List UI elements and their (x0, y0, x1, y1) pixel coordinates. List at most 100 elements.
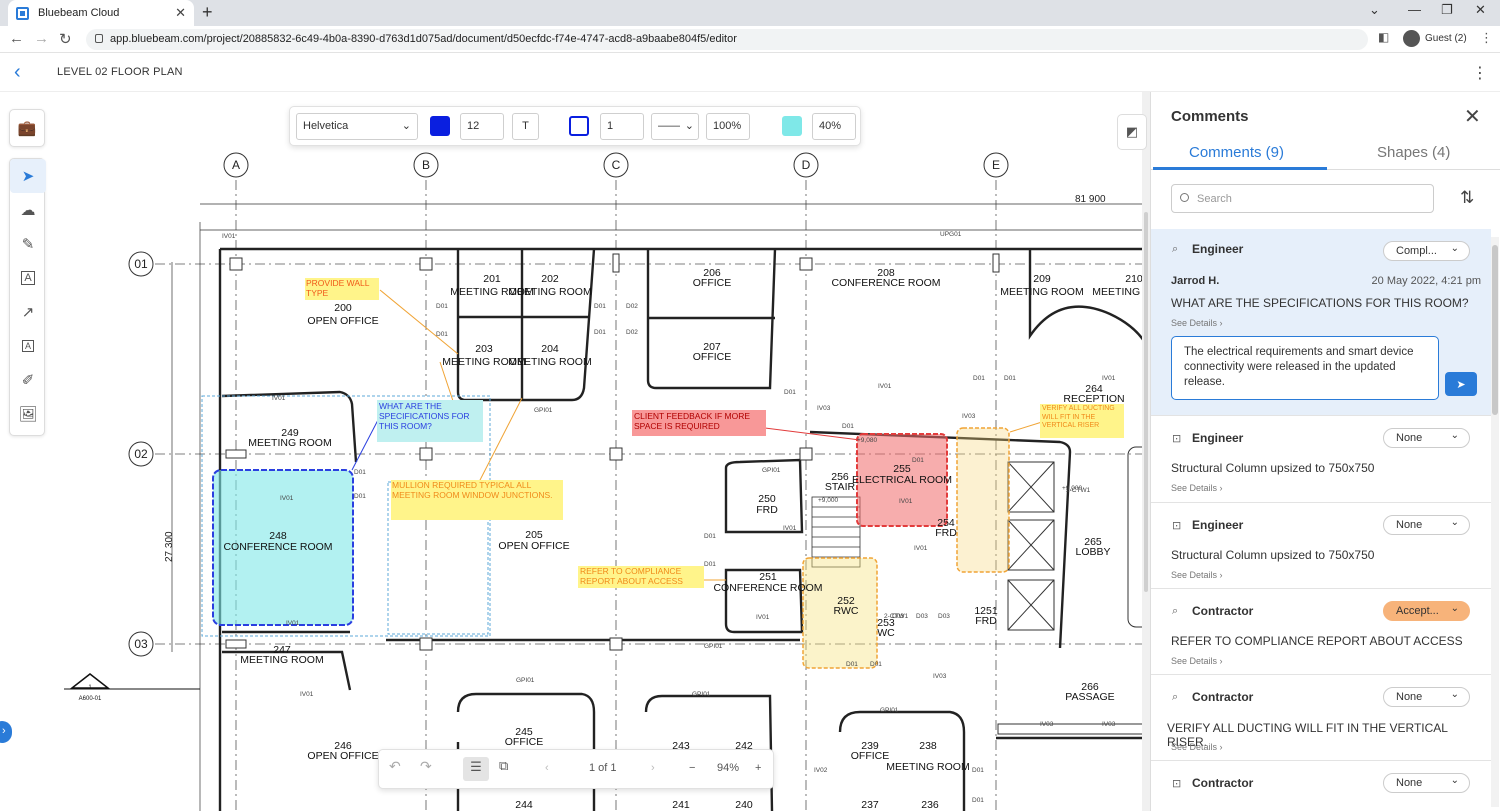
undo-icon[interactable]: ↶ (389, 758, 401, 775)
svg-text:GPI01: GPI01 (762, 467, 781, 474)
see-details-link[interactable]: See Details › (1171, 742, 1223, 752)
markup-client-feedback[interactable]: CLIENT FEEDBACK IF MORE SPACE IS REQUIRE… (634, 411, 766, 431)
new-tab-icon[interactable]: + (202, 2, 213, 23)
more-options-icon[interactable]: ⋮ (1472, 63, 1488, 83)
see-details-link[interactable]: See Details › (1171, 656, 1223, 666)
prev-page-icon[interactable]: ‹ (545, 762, 549, 774)
svg-text:209: 209 (1033, 273, 1051, 285)
svg-text:ELECTRICAL ROOM: ELECTRICAL ROOM (852, 474, 952, 486)
comment-card[interactable]: ⊡ Contractor None ⌄ (1151, 761, 1491, 811)
profile-label: Guest (2) (1425, 33, 1467, 44)
opacity-input[interactable]: 100% (706, 113, 750, 140)
cloud-shape-icon: ☁ (20, 202, 36, 219)
svg-text:IV01: IV01 (272, 395, 286, 402)
reply-textarea[interactable]: The electrical requirements and smart de… (1171, 336, 1439, 400)
drawing-canvas[interactable]: 81 900 27 300 A B C D E 01 02 03 PROVIDE… (0, 92, 1150, 811)
image-tool[interactable]: 🖼 (10, 397, 46, 431)
zoom-in-icon[interactable]: + (755, 762, 761, 774)
close-window-icon[interactable]: ✕ (1475, 2, 1486, 18)
select-tool[interactable]: ➤ (10, 159, 46, 193)
svg-text:D01: D01 (436, 303, 448, 310)
font-size-input[interactable]: 12 (460, 113, 504, 140)
status-dropdown[interactable]: Compl... ⌄ (1383, 241, 1470, 261)
line-color-swatch[interactable] (569, 116, 589, 136)
tab-comments[interactable]: Comments (9) (1189, 144, 1284, 161)
page-indicator[interactable]: 1 of 1 (589, 762, 617, 774)
svg-text:IV01: IV01 (914, 545, 928, 552)
grid-col-b: B (422, 158, 430, 172)
tab-title: Bluebeam Cloud (38, 7, 120, 19)
pen-tool[interactable]: ✎ (10, 227, 46, 261)
zoom-level[interactable]: 94% (717, 762, 739, 774)
sidebar-icon[interactable]: ◧ (1378, 30, 1389, 44)
see-details-link[interactable]: See Details › (1171, 318, 1223, 328)
markup-compliance[interactable]: REFER TO COMPLIANCE REPORT ABOUT ACCESS (580, 566, 704, 586)
tab-shapes[interactable]: Shapes (4) (1377, 144, 1450, 161)
close-icon[interactable]: ✕ (1464, 104, 1481, 129)
font-select[interactable]: Helvetica ⌄ (296, 113, 418, 140)
browser-menu-icon[interactable]: ⋮ (1480, 30, 1493, 46)
sort-icon[interactable]: ⇅ (1460, 188, 1474, 208)
text-box-tool[interactable]: A (10, 261, 46, 295)
callout-tool[interactable]: A (10, 329, 46, 363)
see-details-link[interactable]: See Details › (1171, 570, 1223, 580)
svg-text:240: 240 (735, 799, 753, 811)
minimize-icon[interactable]: — (1408, 2, 1421, 17)
shapes-toggle-button[interactable]: ◩ (1117, 114, 1147, 150)
svg-text:+9,080: +9,080 (857, 437, 877, 444)
comment-card[interactable]: ⊡ Engineer None ⌄ Structural Column upsiz… (1151, 416, 1491, 503)
redo-icon[interactable]: ↷ (420, 758, 432, 775)
tab-search-icon[interactable]: ⌄ (1369, 2, 1380, 18)
single-page-view-icon[interactable]: ☰ (463, 757, 489, 781)
reload-icon[interactable]: ↻ (59, 30, 72, 48)
profile-button[interactable]: Guest (2) (1403, 30, 1467, 47)
comment-text: Structural Column upsized to 750x750 (1171, 548, 1375, 562)
svg-text:IV01: IV01 (222, 233, 236, 240)
svg-text:MEETING ROOM: MEETING ROOM (1092, 286, 1150, 298)
markup-wall-type[interactable]: PROVIDE WALL TYPE (306, 278, 380, 298)
line-style-select[interactable]: —— ⌄ (651, 113, 699, 140)
svg-text:FRD: FRD (975, 615, 997, 627)
scroll-view-icon[interactable]: ⧉ (499, 758, 508, 774)
text-format-button[interactable]: T (512, 113, 539, 140)
comment-card[interactable]: ⌕ Engineer Compl... ⌄ Jarrod H. 20 May 20… (1151, 229, 1491, 416)
back-chevron-icon[interactable]: ‹ (14, 61, 21, 84)
highlighter-tool[interactable]: ✐ (10, 363, 46, 397)
status-dropdown[interactable]: None ⌄ (1383, 773, 1470, 793)
see-details-link[interactable]: See Details › (1171, 483, 1223, 493)
forward-arrow-icon[interactable]: → (34, 30, 49, 47)
zoom-out-icon[interactable]: − (689, 762, 695, 774)
status-dropdown[interactable]: None ⌄ (1383, 515, 1470, 535)
markup-mullion[interactable]: MULLION REQUIRED TYPICAL ALL MEETING ROO… (392, 480, 564, 500)
browser-tab[interactable]: Bluebeam Cloud ✕ (8, 0, 194, 26)
fill-opacity-input[interactable]: 40% (812, 113, 856, 140)
cloud-tool[interactable]: ☁ (10, 193, 46, 227)
send-button[interactable]: ➤ (1445, 372, 1477, 396)
line-width-input[interactable]: 1 (600, 113, 644, 140)
close-tab-icon[interactable]: ✕ (175, 5, 186, 21)
comments-scrollbar[interactable] (1491, 237, 1499, 807)
fill-color-swatch[interactable] (782, 116, 802, 136)
cloud-markup-riser[interactable] (956, 427, 1010, 573)
scrollbar-thumb[interactable] (1492, 245, 1498, 415)
restore-icon[interactable]: ❐ (1441, 2, 1453, 18)
arrow-tool[interactable]: ↗ (10, 295, 46, 329)
svg-text:IV01: IV01 (286, 620, 300, 627)
svg-text:MEETING ROOM: MEETING ROOM (886, 761, 969, 773)
comment-card[interactable]: ⌕ Contractor None ⌄ VERIFY ALL DUCTING WI… (1151, 675, 1491, 761)
back-arrow-icon[interactable]: ← (9, 30, 24, 47)
svg-text:D01: D01 (842, 423, 854, 430)
status-dropdown[interactable]: None ⌄ (1383, 428, 1470, 448)
status-dropdown[interactable]: None ⌄ (1383, 687, 1470, 707)
url-input[interactable]: app.bluebeam.com/project/20885832-6c49-4… (86, 29, 1368, 50)
search-input[interactable]: Search (1171, 184, 1434, 213)
markup-ducting[interactable]: VERIFY ALL DUCTING WILL FIT IN THE VERTI… (1042, 405, 1124, 431)
comment-card[interactable]: ⊡ Engineer None ⌄ Structural Column upsiz… (1151, 503, 1491, 589)
svg-text:MEETING ROOM: MEETING ROOM (508, 356, 591, 368)
comment-card[interactable]: ⌕ Contractor Accept... ⌄ REFER TO COMPLIA… (1151, 589, 1491, 675)
toolbox-button[interactable]: 💼 (9, 109, 45, 147)
markup-specs[interactable]: WHAT ARE THE SPECIFICATIONS FOR THIS ROO… (379, 401, 483, 431)
text-color-swatch[interactable] (430, 116, 450, 136)
next-page-icon[interactable]: › (651, 762, 655, 774)
status-dropdown[interactable]: Accept... ⌄ (1383, 601, 1470, 621)
